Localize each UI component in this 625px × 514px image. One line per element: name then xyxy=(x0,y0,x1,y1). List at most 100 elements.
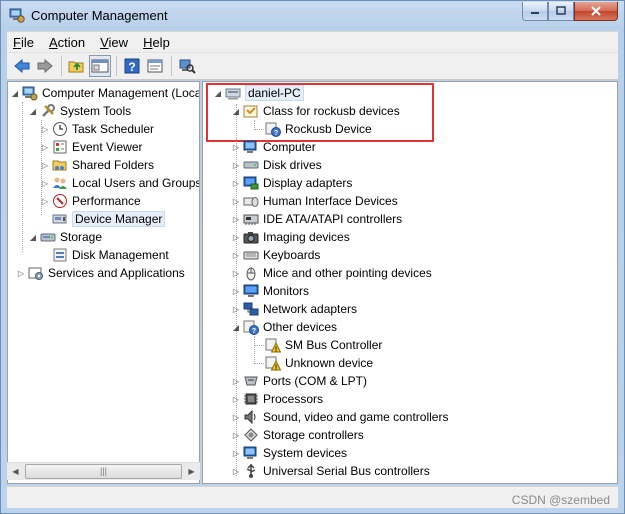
collapse-arrow-icon[interactable]: ◢ xyxy=(231,102,241,120)
collapse-arrow-icon[interactable]: ◢ xyxy=(28,102,38,120)
expand-arrow-icon[interactable]: ▷ xyxy=(231,210,241,228)
menu-view[interactable]: View xyxy=(100,35,128,50)
expand-arrow-icon[interactable]: ▷ xyxy=(231,174,241,192)
tree-item-label: SM Bus Controller xyxy=(285,338,383,352)
tree-item-label: Disk drives xyxy=(263,158,322,172)
horizontal-scrollbar[interactable]: ◀ ||| ▶ xyxy=(7,462,200,480)
device-category-monitors[interactable]: ▷ Monitors xyxy=(231,282,309,300)
tree-item-label: Monitors xyxy=(263,284,310,298)
device-category-class-rockusb[interactable]: ◢ Class for rockusb devices xyxy=(231,102,400,120)
tree-item-event-viewer[interactable]: ▷ Event Viewer xyxy=(40,138,143,156)
expand-arrow-icon[interactable]: ▷ xyxy=(231,228,241,246)
toolbar-separator xyxy=(61,56,62,76)
tree-item-task-scheduler[interactable]: ▷ Task Scheduler xyxy=(40,120,154,138)
expand-arrow-icon[interactable]: ▷ xyxy=(40,192,50,210)
expand-arrow-icon[interactable]: ▷ xyxy=(231,390,241,408)
expand-arrow-icon[interactable]: ▷ xyxy=(231,156,241,174)
device-category-disk-drives[interactable]: ▷ Disk drives xyxy=(231,156,322,174)
tree-item-local-users[interactable]: ▷ Local Users and Groups xyxy=(40,174,199,192)
device-category-mice[interactable]: ▷ Mice and other pointing devices xyxy=(231,264,432,282)
scan-hardware-button[interactable] xyxy=(176,55,198,77)
expand-arrow-icon[interactable]: ▷ xyxy=(40,156,50,174)
expand-arrow-icon[interactable]: ▷ xyxy=(231,282,241,300)
device-unknown-device[interactable]: ! Unknown device xyxy=(265,354,373,372)
device-tree-panel[interactable]: ◢ daniel-PC ◢ Class for rockusb devices … xyxy=(202,81,618,484)
device-manager-icon xyxy=(52,214,67,224)
tree-item-label: System Tools xyxy=(60,104,132,118)
maximize-button[interactable] xyxy=(548,2,574,21)
expand-arrow-icon[interactable]: ▷ xyxy=(40,138,50,156)
back-button[interactable] xyxy=(11,55,33,77)
show-hide-tree-button[interactable] xyxy=(89,55,111,77)
device-category-ports[interactable]: ▷ Ports (COM & LPT) xyxy=(231,372,367,390)
tree-item-shared-folders[interactable]: ▷ Shared Folders xyxy=(40,156,154,174)
menu-file[interactable]: File xyxy=(13,35,34,50)
toolbar-separator xyxy=(116,56,117,76)
collapse-arrow-icon[interactable]: ◢ xyxy=(213,84,223,102)
scroll-right-button[interactable]: ▶ xyxy=(183,463,200,480)
device-rockusb-device[interactable]: ? Rockusb Device xyxy=(265,120,372,138)
scroll-thumb[interactable]: ||| xyxy=(25,464,182,479)
scroll-left-arrow-icon: ◀ xyxy=(12,467,19,476)
collapse-arrow-icon[interactable]: ◢ xyxy=(231,318,241,336)
clock-icon xyxy=(53,122,67,136)
expand-arrow-icon[interactable]: ▷ xyxy=(40,174,50,192)
device-category-imaging[interactable]: ▷ Imaging devices xyxy=(231,228,350,246)
expand-arrow-icon[interactable]: ▷ xyxy=(231,408,241,426)
display-adapter-icon xyxy=(243,176,259,190)
minimize-button[interactable] xyxy=(522,2,548,21)
svg-text:?: ? xyxy=(274,130,278,137)
tree-item-storage[interactable]: ◢ Storage xyxy=(28,228,102,246)
tree-item-disk-management[interactable]: Disk Management xyxy=(52,246,169,264)
properties-button[interactable] xyxy=(144,55,166,77)
device-category-processors[interactable]: ▷ Processors xyxy=(231,390,323,408)
expand-arrow-icon[interactable]: ▷ xyxy=(16,264,26,282)
tree-item-device-manager[interactable]: Device Manager xyxy=(52,210,166,228)
device-category-usb[interactable]: ▷ Universal Serial Bus controllers xyxy=(231,462,430,480)
expand-arrow-icon[interactable]: ▷ xyxy=(231,426,241,444)
tree-item-performance[interactable]: ▷ Performance xyxy=(40,192,141,210)
title-bar[interactable]: Computer Management xyxy=(1,1,624,31)
help-button[interactable]: ? xyxy=(121,55,143,77)
scroll-left-button[interactable]: ◀ xyxy=(7,463,24,480)
device-category-computer[interactable]: ▷ Computer xyxy=(231,138,316,156)
device-category-storage-controllers[interactable]: ▷ Storage controllers xyxy=(231,426,364,444)
device-root-daniel-pc[interactable]: ◢ daniel-PC xyxy=(213,84,304,102)
menu-action[interactable]: Action xyxy=(49,35,85,50)
expand-arrow-icon[interactable]: ▷ xyxy=(231,300,241,318)
close-button[interactable] xyxy=(574,2,618,21)
toolbar: ? xyxy=(7,52,618,80)
expand-arrow-icon[interactable]: ▷ xyxy=(231,372,241,390)
keyboard-icon xyxy=(243,251,259,260)
expand-arrow-icon[interactable]: ▷ xyxy=(231,246,241,264)
device-category-keyboards[interactable]: ▷ Keyboards xyxy=(231,246,320,264)
device-category-network[interactable]: ▷ Network adapters xyxy=(231,300,357,318)
tree-item-services-applications[interactable]: ▷ Services and Applications xyxy=(16,264,185,282)
expand-arrow-icon[interactable]: ▷ xyxy=(231,462,241,480)
tree-item-system-tools[interactable]: ◢ System Tools xyxy=(28,102,131,120)
collapse-arrow-icon[interactable]: ◢ xyxy=(28,228,38,246)
forward-button[interactable] xyxy=(34,55,56,77)
device-category-hid[interactable]: ▷ Human Interface Devices xyxy=(231,192,398,210)
collapse-arrow-icon[interactable]: ◢ xyxy=(10,84,20,102)
expand-arrow-icon[interactable]: ▷ xyxy=(40,120,50,138)
device-category-ide[interactable]: ▷ IDE ATA/ATAPI controllers xyxy=(231,210,402,228)
expand-arrow-icon[interactable]: ▷ xyxy=(231,138,241,156)
expand-arrow-icon[interactable]: ▷ xyxy=(231,192,241,210)
device-category-other[interactable]: ◢ ? Other devices xyxy=(231,318,337,336)
performance-icon xyxy=(53,194,67,208)
tree-item-label: Unknown device xyxy=(285,356,374,370)
device-category-sound[interactable]: ▷ Sound, video and game controllers xyxy=(231,408,448,426)
console-tree-panel[interactable]: ◢ Computer Management (Local ◢ System To… xyxy=(7,81,200,484)
device-sm-bus-controller[interactable]: ! SM Bus Controller xyxy=(265,336,382,354)
menu-help[interactable]: Help xyxy=(143,35,170,50)
tree-item-label: Event Viewer xyxy=(72,140,143,154)
tree-item-computer-management[interactable]: ◢ Computer Management (Local xyxy=(10,84,199,102)
expand-arrow-icon[interactable]: ▷ xyxy=(231,444,241,462)
device-category-display-adapters[interactable]: ▷ Display adapters xyxy=(231,174,352,192)
speaker-icon xyxy=(244,409,256,425)
device-category-system-devices[interactable]: ▷ System devices xyxy=(231,444,347,462)
port-icon xyxy=(244,376,258,386)
up-level-button[interactable] xyxy=(66,55,88,77)
expand-arrow-icon[interactable]: ▷ xyxy=(231,264,241,282)
